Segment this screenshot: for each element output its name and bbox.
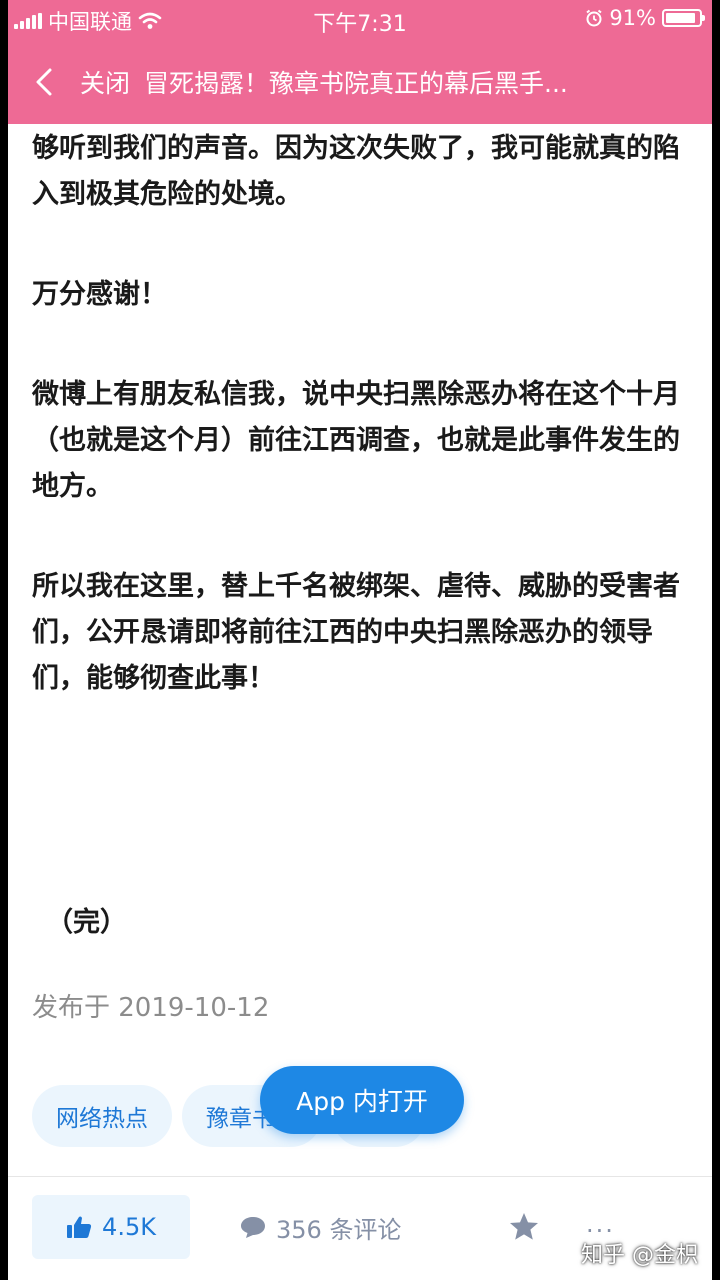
alarm-icon bbox=[586, 9, 602, 27]
article-body: 够听到我们的声音。因为这次失败了，我可能就真的陷入到极其危险的处境。 万分感谢！… bbox=[32, 124, 692, 756]
tag-chip[interactable]: 网络热点 bbox=[32, 1085, 172, 1147]
open-in-app-button[interactable]: App 内打开 bbox=[260, 1066, 464, 1134]
article-paragraph: 所以我在这里，替上千名被绑架、虐待、威胁的受害者们，公开恳请即将前往江西的中央扫… bbox=[32, 571, 680, 694]
nav-bar: 关闭 冒死揭露！豫章书院真正的幕后黑手... bbox=[8, 40, 712, 124]
bottom-action-bar: 4.5K 356 条评论 ··· 知乎 @金枳 bbox=[8, 1176, 712, 1280]
page-title: 冒死揭露！豫章书院真正的幕后黑手... bbox=[144, 69, 568, 98]
article-signoff: （完） bbox=[46, 907, 127, 938]
chevron-left-icon bbox=[36, 68, 52, 96]
watermark: 知乎 @金枳 bbox=[581, 1243, 698, 1268]
article-paragraph: 够听到我们的声音。因为这次失败了，我可能就真的陷入到极其危险的处境。 bbox=[32, 133, 680, 210]
upvote-button[interactable]: 4.5K bbox=[32, 1195, 190, 1259]
comment-bubble-icon bbox=[241, 1217, 265, 1238]
article-paragraph: 万分感谢！ bbox=[32, 279, 167, 310]
comments-button[interactable]: 356 条评论 bbox=[240, 1195, 401, 1259]
back-button[interactable] bbox=[8, 40, 80, 124]
close-button[interactable]: 关闭 bbox=[80, 64, 130, 100]
status-bar: 中国联通 下午7:31 91% bbox=[8, 0, 712, 40]
comment-count: 356 条评论 bbox=[276, 1215, 402, 1244]
upvote-count: 4.5K bbox=[102, 1213, 156, 1241]
screen: 中国联通 下午7:31 91% 关闭 冒死揭露！豫章书院真正的幕后黑手... 够… bbox=[8, 0, 712, 1280]
star-icon[interactable] bbox=[508, 1211, 540, 1243]
battery-icon bbox=[662, 9, 705, 27]
thumbs-up-icon bbox=[67, 1216, 92, 1238]
article-paragraph: 微博上有朋友私信我，说中央扫黑除恶办将在这个十月（也就是这个月）前往江西调查，也… bbox=[32, 379, 680, 502]
battery-percent: 91% bbox=[609, 6, 656, 30]
publish-date: 发布于 2019-10-12 bbox=[32, 993, 270, 1023]
